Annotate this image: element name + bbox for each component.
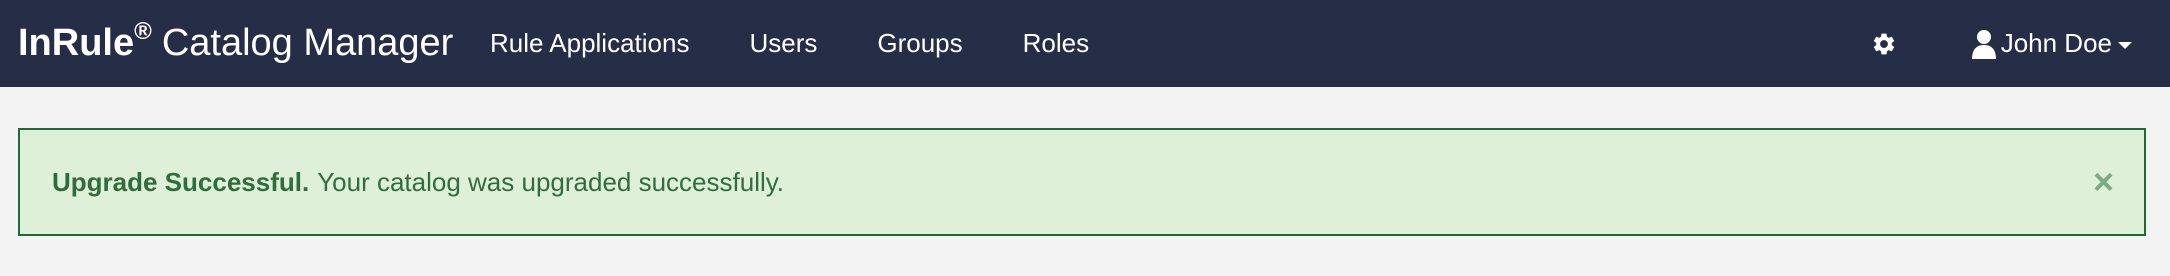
nav-links: Rule Applications Users Groups Roles xyxy=(490,0,1149,87)
user-name: John Doe xyxy=(2000,28,2112,58)
alert-message: Your catalog was upgraded successfully. xyxy=(317,166,785,197)
gear-icon[interactable] xyxy=(1869,29,1899,59)
alert-title: Upgrade Successful. xyxy=(52,166,310,197)
brand[interactable]: InRule ® Catalog Manager xyxy=(18,0,453,87)
brand-registered-mark: ® xyxy=(134,17,152,45)
nav-right: John Doe xyxy=(1869,0,2132,87)
top-navbar: InRule ® Catalog Manager Rule Applicatio… xyxy=(0,0,2170,87)
close-icon[interactable]: × xyxy=(2093,164,2114,200)
user-menu[interactable]: John Doe xyxy=(1971,28,2132,59)
nav-link-groups[interactable]: Groups xyxy=(877,28,962,59)
caret-down-icon xyxy=(2118,42,2132,49)
success-alert: Upgrade Successful. Your catalog was upg… xyxy=(18,128,2146,236)
nav-link-rule-applications[interactable]: Rule Applications xyxy=(490,28,689,59)
brand-name: InRule xyxy=(18,22,135,64)
nav-link-roles[interactable]: Roles xyxy=(1023,28,1089,59)
brand-product: Catalog Manager xyxy=(161,22,454,64)
nav-link-users[interactable]: Users xyxy=(749,28,817,59)
user-icon xyxy=(1971,29,1997,59)
